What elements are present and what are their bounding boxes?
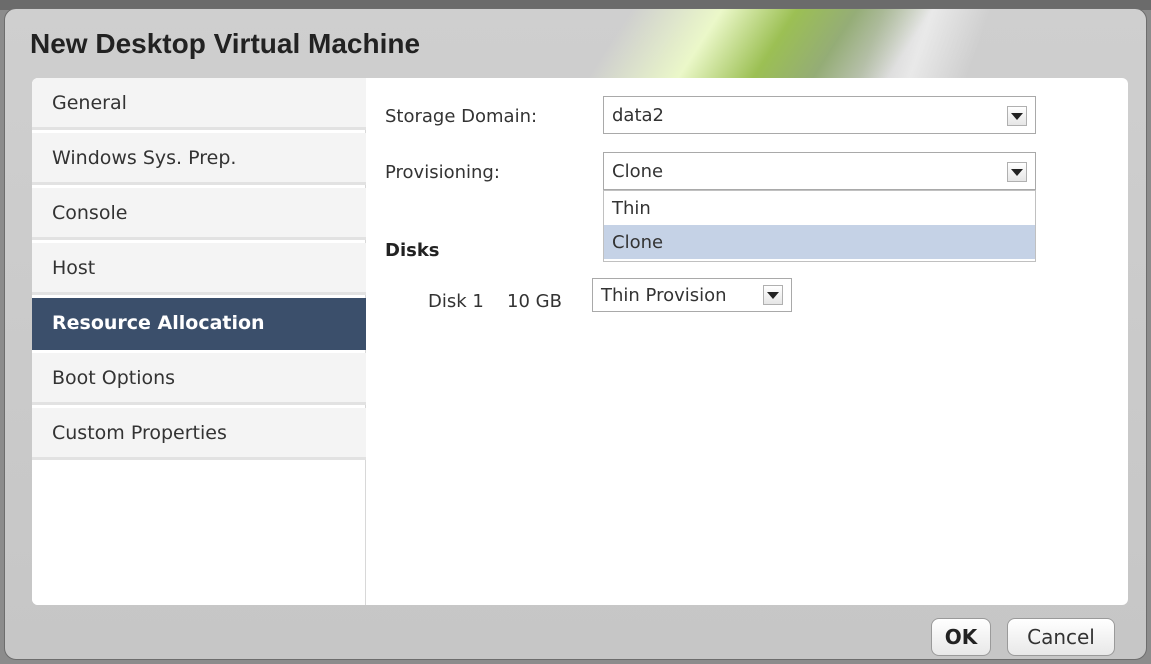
provisioning-option-clone[interactable]: Clone <box>604 225 1035 259</box>
cancel-button[interactable]: Cancel <box>1007 618 1115 656</box>
sidebar-item-console[interactable]: Console <box>32 188 366 240</box>
storage-domain-label: Storage Domain: <box>385 106 538 127</box>
dialog-content-panel: General Windows Sys. Prep. Console Host … <box>32 78 1128 605</box>
sidebar-nav: General Windows Sys. Prep. Console Host … <box>32 78 366 605</box>
storage-domain-select[interactable]: data2 <box>603 96 1036 134</box>
storage-domain-value: data2 <box>612 104 664 126</box>
chevron-down-icon[interactable] <box>763 285 783 305</box>
sidebar-item-boot-options[interactable]: Boot Options <box>32 353 366 405</box>
disks-section-title: Disks <box>385 240 440 261</box>
provisioning-select[interactable]: Clone <box>603 152 1036 190</box>
sidebar-item-resource-allocation[interactable]: Resource Allocation <box>32 298 366 350</box>
sidebar-item-general[interactable]: General <box>32 78 366 130</box>
provisioning-label: Provisioning: <box>385 162 500 183</box>
chevron-down-icon[interactable] <box>1007 162 1027 182</box>
ok-button[interactable]: OK <box>931 618 991 656</box>
disk-size: 10 GB <box>507 291 562 312</box>
provisioning-value: Clone <box>612 160 664 182</box>
sidebar-item-host[interactable]: Host <box>32 243 366 295</box>
chevron-down-icon[interactable] <box>1007 106 1027 126</box>
dialog-title: New Desktop Virtual Machine <box>30 28 421 59</box>
provisioning-option-thin[interactable]: Thin <box>604 191 1035 225</box>
provisioning-dropdown-list: Thin Clone <box>603 190 1036 262</box>
new-vm-dialog: New Desktop Virtual Machine General Wind… <box>4 8 1147 660</box>
disk-name: Disk 1 <box>428 291 484 312</box>
disk-allocation-select[interactable]: Thin Provision <box>592 278 792 312</box>
sidebar-item-custom-properties[interactable]: Custom Properties <box>32 408 366 460</box>
disk-allocation-value: Thin Provision <box>601 284 727 306</box>
sidebar-item-windows-sys-prep[interactable]: Windows Sys. Prep. <box>32 133 366 185</box>
